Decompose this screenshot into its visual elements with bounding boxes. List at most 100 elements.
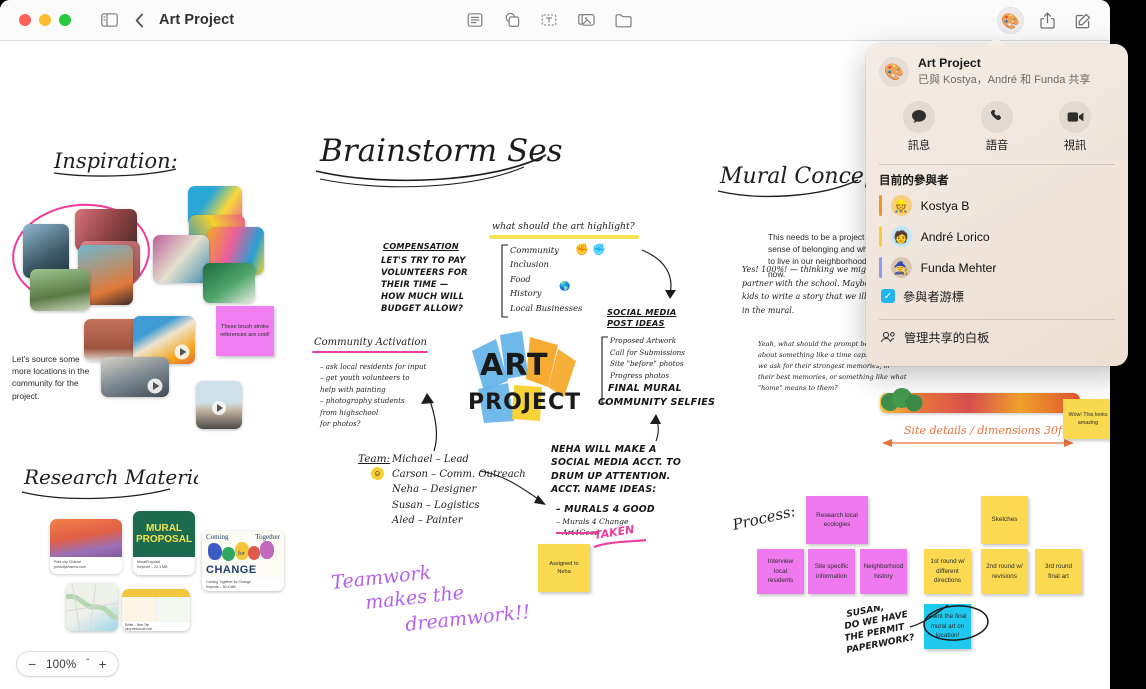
page-title: Art Project bbox=[159, 12, 235, 28]
art-highlight-items[interactable]: Community Inclusion Food History Local Busin… bbox=[510, 243, 582, 315]
team-label: Team: bbox=[358, 453, 391, 465]
art-project-logo[interactable]: ART PROJECT bbox=[464, 329, 584, 427]
research-card[interactable]: Print city Chance printcitycharms.com bbox=[50, 519, 122, 574]
bracket-left bbox=[501, 244, 508, 318]
site-dimension-arrow: Site details / dimensions 30ft bbox=[882, 424, 1074, 447]
avatar: 🧙 bbox=[890, 257, 912, 279]
zoom-control[interactable]: − 100% ˇ + bbox=[16, 651, 119, 677]
acct-name-idea[interactable]: – MURALS 4 GOOD bbox=[556, 504, 655, 515]
photo-thumbnail[interactable] bbox=[153, 235, 209, 283]
checkbox-checked-icon[interactable]: ✓ bbox=[881, 289, 895, 304]
traffic-lights bbox=[19, 14, 71, 26]
photos-icon[interactable] bbox=[573, 7, 599, 33]
tree-illustration bbox=[881, 388, 923, 412]
research-card[interactable]: Coming Together for CHANGE Coming Togeth… bbox=[202, 531, 284, 591]
art-highlight-question: what should the art highlight? bbox=[492, 221, 635, 232]
collaborate-button[interactable]: 🎨 bbox=[997, 7, 1024, 34]
curved-arrow bbox=[421, 393, 438, 452]
video-camera-icon bbox=[1059, 100, 1091, 133]
avatar: 👷 bbox=[890, 195, 912, 217]
sticky-note[interactable]: Assigned to Neha bbox=[538, 544, 590, 592]
activation-title: Community Activation bbox=[314, 337, 427, 348]
sticky-note[interactable]: 3rd round final art bbox=[1035, 549, 1082, 594]
popover-avatar: 🎨 bbox=[879, 56, 909, 87]
bracket-left bbox=[601, 336, 608, 404]
process-heading: Process: bbox=[730, 502, 798, 534]
inspiration-heading-script: Inspiration: bbox=[53, 149, 178, 177]
compensation-body[interactable]: LET'S TRY TO PAY VOLUNTEERS FOR THEIR TI… bbox=[381, 255, 468, 315]
sticky-note-icon[interactable] bbox=[462, 7, 488, 33]
manage-shared-board-label: 管理共享的白板 bbox=[904, 331, 990, 346]
participant-row[interactable]: 🧑 André Lorico bbox=[866, 221, 1128, 252]
compose-icon[interactable] bbox=[1070, 8, 1096, 34]
zoom-in-button[interactable]: + bbox=[99, 657, 107, 671]
toolbar-right-tools: 🎨 bbox=[997, 7, 1096, 34]
participant-row[interactable]: 👷 Kostya B bbox=[866, 190, 1128, 221]
maximize-button[interactable] bbox=[59, 14, 71, 26]
manage-shared-board-item[interactable]: 管理共享的白板 bbox=[866, 320, 1128, 346]
zoom-out-button[interactable]: − bbox=[28, 657, 36, 671]
research-card-map[interactable] bbox=[66, 583, 118, 631]
text-box-icon[interactable] bbox=[536, 7, 562, 33]
participant-row[interactable]: 🧙 Funda Mehter bbox=[866, 252, 1128, 283]
fist-emoji-icon: ✊ bbox=[592, 244, 606, 256]
title-bar: Art Project 🎨 bbox=[0, 0, 1110, 41]
cursor-toggle[interactable]: ✓ 參與者游標 bbox=[866, 283, 1128, 312]
avatar: 🧑 bbox=[890, 226, 912, 248]
close-button[interactable] bbox=[19, 14, 31, 26]
video-action[interactable]: 視訊 bbox=[1046, 100, 1104, 153]
participant-list: 👷 Kostya B 🧑 André Lorico 🧙 Funda Mehter bbox=[866, 190, 1128, 283]
sidebar-toggle-icon[interactable] bbox=[96, 7, 122, 33]
phone-icon bbox=[981, 100, 1013, 133]
sticky-note[interactable]: 2nd round w/ revisions bbox=[981, 549, 1028, 594]
popover-title: Art Project bbox=[918, 56, 981, 70]
svg-text:Site details / dimensions 30f: Site details / dimensions 30ft bbox=[904, 424, 1067, 437]
highlight-underline bbox=[489, 235, 639, 239]
participants-heading: 目前的參與者 bbox=[879, 174, 949, 188]
svg-text:PROJECT: PROJECT bbox=[468, 390, 581, 415]
sticky-note[interactable]: Sketches bbox=[981, 496, 1028, 544]
smiley-reaction-icon[interactable]: ☺ bbox=[371, 467, 384, 480]
back-chevron-icon[interactable] bbox=[126, 7, 152, 33]
participant-color-bar bbox=[879, 226, 882, 248]
locations-note-text[interactable]: Let's source some more locations in the … bbox=[12, 353, 94, 402]
photo-thumbnail[interactable] bbox=[101, 357, 169, 397]
message-action-label: 訊息 bbox=[907, 139, 931, 152]
neha-account-note[interactable]: NEHA WILL MAKE A SOCIAL MEDIA ACCT. TO D… bbox=[551, 443, 681, 496]
circle-annotation bbox=[909, 604, 989, 641]
sticky-note[interactable]: 1st round w/ different directions bbox=[924, 549, 971, 594]
audio-action[interactable]: 語音 bbox=[968, 100, 1026, 153]
folder-icon[interactable] bbox=[610, 7, 636, 33]
social-big-item[interactable]: FINAL MURAL bbox=[608, 383, 682, 394]
globe-emoji-icon: 🌎 bbox=[559, 281, 571, 291]
activation-items[interactable]: – ask local residents for input – get you… bbox=[320, 361, 426, 430]
minimize-button[interactable] bbox=[39, 14, 51, 26]
video-action-label: 視訊 bbox=[1063, 139, 1087, 152]
teamwork-note[interactable]: Teamwork makes the dreamwork!! bbox=[328, 555, 531, 636]
zoom-chevron-down-icon[interactable]: ˇ bbox=[86, 659, 89, 669]
social-items[interactable]: Proposed Artwork Call for Submissions Site… bbox=[610, 335, 685, 382]
photo-thumbnail[interactable] bbox=[203, 263, 255, 303]
sticky-note[interactable]: Research local ecologies bbox=[806, 496, 868, 544]
share-icon[interactable] bbox=[1034, 8, 1060, 34]
social-big-item[interactable]: COMMUNITY SELFIES bbox=[598, 397, 715, 408]
toolbar-center-tools bbox=[462, 7, 636, 33]
message-action[interactable]: 訊息 bbox=[890, 100, 948, 153]
photo-thumbnail[interactable] bbox=[30, 269, 90, 311]
social-title: SOCIAL MEDIA POST IDEAS bbox=[607, 307, 677, 329]
sticky-note[interactable]: Wow! This looks amazing bbox=[1063, 399, 1110, 439]
popover-actions: 訊息 語音 視訊 bbox=[866, 92, 1128, 157]
pointer-arrow bbox=[479, 470, 546, 505]
sticky-note[interactable]: Site specific information bbox=[808, 549, 855, 594]
research-card[interactable]: Buffet – New Tab juicy.delicioust.com bbox=[122, 589, 190, 631]
sticky-note[interactable]: Neighborhood history bbox=[860, 549, 907, 594]
taken-underline-scribble bbox=[593, 538, 647, 549]
compensation-title: COMPENSATION bbox=[383, 241, 459, 251]
research-card[interactable]: MURAL PROPOSAL MuralProposal Keynote – 22.… bbox=[133, 511, 195, 575]
sticky-note[interactable]: Interview local residents bbox=[757, 549, 804, 594]
shapes-icon[interactable] bbox=[499, 7, 525, 33]
sticky-note[interactable]: These brush stroke references are cool! bbox=[216, 306, 274, 356]
photo-thumbnail[interactable] bbox=[196, 381, 242, 429]
audio-action-label: 語音 bbox=[985, 139, 1009, 152]
participant-color-bar bbox=[879, 195, 882, 217]
